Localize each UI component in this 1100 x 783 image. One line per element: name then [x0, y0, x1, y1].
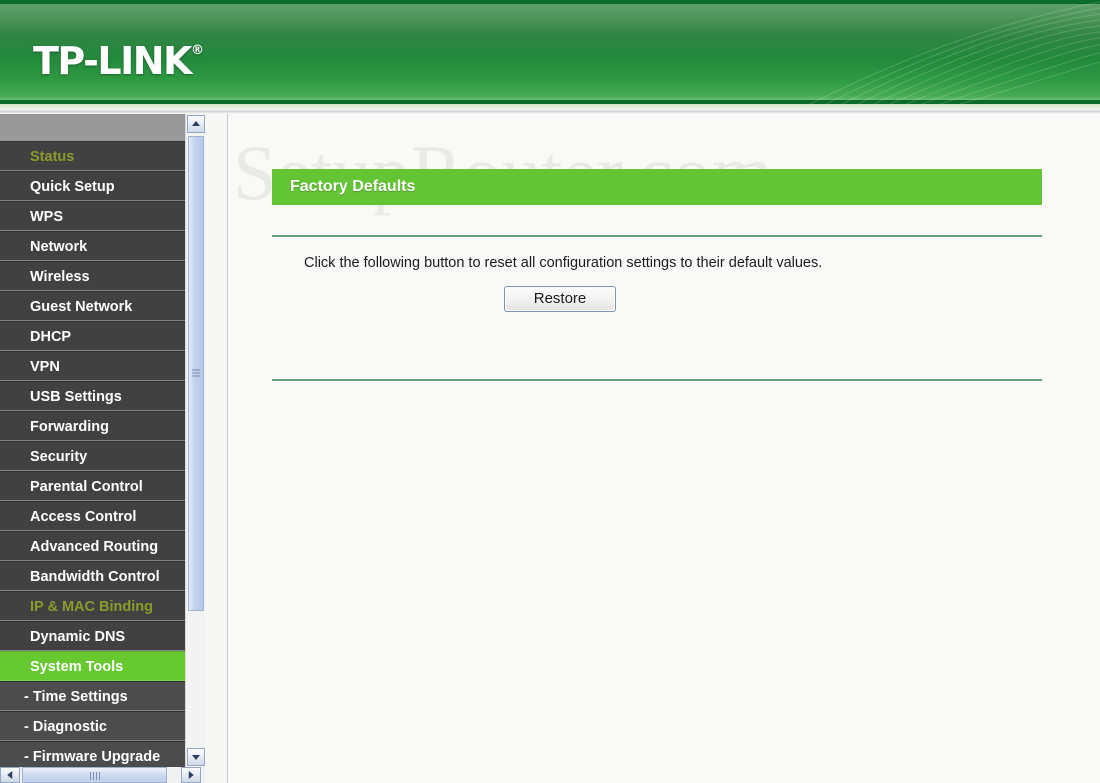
tp-link-logo: TP-LINK® [33, 42, 204, 80]
logo-text: TP-LINK [33, 39, 192, 83]
scrollbar-grip-icon [192, 369, 200, 378]
chevron-up-icon [192, 121, 200, 126]
body-area: Status Quick Setup WPS Network Wireless Guest… [0, 114, 1100, 783]
horizontal-scrollbar-thumb[interactable] [22, 767, 167, 783]
main-content: SetupRouter.com Factory Defaults Click t… [227, 114, 1100, 783]
sidebar-item-diagnostic[interactable]: - Diagnostic [0, 711, 205, 741]
button-row: Restore [272, 286, 1042, 313]
sidebar-item-network[interactable]: Network [0, 231, 205, 261]
sidebar-item-forwarding[interactable]: Forwarding [0, 411, 205, 441]
factory-defaults-panel: Factory Defaults Click the following but… [272, 114, 1042, 382]
scroll-left-button[interactable] [0, 767, 20, 783]
registered-mark-icon: ® [190, 43, 204, 58]
sidebar-item-time-settings[interactable]: - Time Settings [0, 681, 205, 711]
sidebar-item-bandwidth-control[interactable]: Bandwidth Control [0, 561, 205, 591]
sidebar-menu-list: Status Quick Setup WPS Network Wireless Guest… [0, 141, 205, 767]
sidebar-item-parental-control[interactable]: Parental Control [0, 471, 205, 501]
sidebar-item-vpn[interactable]: VPN [0, 351, 205, 381]
sidebar-item-status[interactable]: Status [0, 141, 205, 171]
sidebar-item-security[interactable]: Security [0, 441, 205, 471]
sidebar-item-usb-settings[interactable]: USB Settings [0, 381, 205, 411]
sidebar-item-ip-mac-binding[interactable]: IP & MAC Binding [0, 591, 205, 621]
sidebar-item-access-control[interactable]: Access Control [0, 501, 205, 531]
panel-description: Click the following button to reset all … [304, 255, 823, 271]
header-divider-band [0, 104, 1100, 114]
vertical-scrollbar-thumb[interactable] [188, 136, 204, 611]
divider-bottom [272, 379, 1042, 382]
page-title: Factory Defaults [272, 169, 1042, 205]
sidebar-item-guest-network[interactable]: Guest Network [0, 291, 205, 321]
sidebar-vertical-scrollbar[interactable] [185, 114, 205, 767]
sidebar-item-dynamic-dns[interactable]: Dynamic DNS [0, 621, 205, 651]
chevron-right-icon [188, 771, 194, 779]
scrollbar-grip-icon [89, 772, 100, 780]
sidebar-item-wireless[interactable]: Wireless [0, 261, 205, 291]
sidebar-item-quick-setup[interactable]: Quick Setup [0, 171, 205, 201]
divider-top [272, 235, 1042, 237]
restore-button[interactable]: Restore [504, 286, 616, 313]
sidebar-item-dhcp[interactable]: DHCP [0, 321, 205, 351]
sidebar-horizontal-scrollbar[interactable] [0, 767, 205, 783]
scroll-up-button[interactable] [187, 115, 205, 133]
page-header: TP-LINK® [0, 0, 1100, 104]
chevron-down-icon [192, 755, 200, 760]
sidebar-item-system-tools[interactable]: System Tools [0, 651, 205, 681]
scroll-right-button[interactable] [181, 767, 201, 783]
chevron-left-icon [7, 771, 13, 779]
sidebar-item-firmware-upgrade[interactable]: - Firmware Upgrade [0, 741, 205, 767]
sidebar-item-wps[interactable]: WPS [0, 201, 205, 231]
scroll-down-button[interactable] [187, 748, 205, 766]
sidebar-navigation: Status Quick Setup WPS Network Wireless Guest… [0, 114, 205, 767]
sidebar-item-advanced-routing[interactable]: Advanced Routing [0, 531, 205, 561]
header-swoosh-decoration [809, 1, 1100, 104]
